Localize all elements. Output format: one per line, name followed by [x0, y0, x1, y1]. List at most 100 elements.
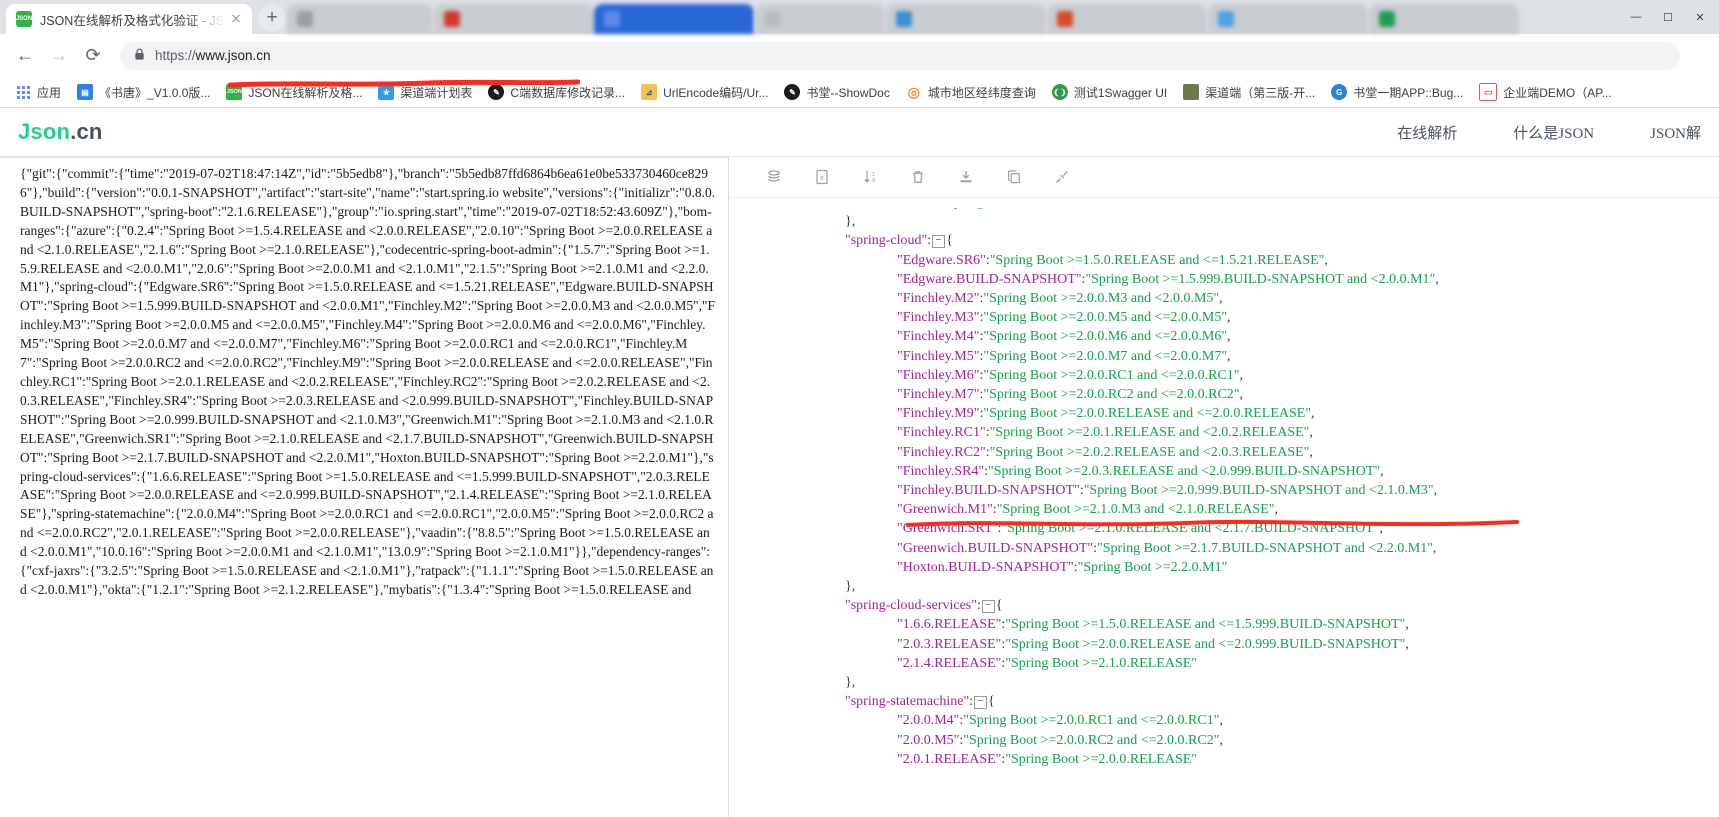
- tree-punct-row[interactable]: },: [729, 673, 1719, 692]
- download-icon[interactable]: [953, 164, 979, 190]
- tab-inactive[interactable]: [434, 4, 594, 34]
- tree-row[interactable]: "Finchley.RC1":"Spring Boot >=2.0.1.RELE…: [729, 423, 1719, 442]
- tree-row[interactable]: "Finchley.BUILD-SNAPSHOT":"Spring Boot >…: [729, 481, 1719, 500]
- tab-inactive[interactable]: [1369, 4, 1519, 34]
- tree-row[interactable]: "Finchley.SR4":"Spring Boot >=2.0.3.RELE…: [729, 462, 1719, 481]
- tree-row[interactable]: "2.0.3.RELEASE":"Spring Boot >=2.0.0.REL…: [729, 635, 1719, 654]
- new-tab-button[interactable]: +: [258, 4, 286, 32]
- tab-inactive[interactable]: [886, 4, 1046, 34]
- browser-toolbar: ← → ⟳ https://www.json.cn: [0, 34, 1719, 77]
- tree-row[interactable]: "Edgware.SR6":"Spring Boot >=1.5.0.RELEA…: [729, 251, 1719, 270]
- tree-row[interactable]: "Finchley.M6":"Spring Boot >=2.0.0.RC1 a…: [729, 366, 1719, 385]
- tree-row[interactable]: "Finchley.M7":"Spring Boot >=2.0.0.RC2 a…: [729, 385, 1719, 404]
- tree-row[interactable]: "Edgware.BUILD-SNAPSHOT":"Spring Boot >=…: [729, 270, 1719, 289]
- tree-row[interactable]: "Finchley.M3":"Spring Boot >=2.0.0.M5 an…: [729, 308, 1719, 327]
- bookmark-label: UrlEncode编码/Ur...: [663, 85, 769, 100]
- tab-inactive[interactable]: [1047, 4, 1207, 34]
- bookmark-item[interactable]: G 书堂一期APP::Bug...: [1324, 80, 1470, 104]
- tree-row[interactable]: "Finchley.M9":"Spring Boot >=2.0.0.RELEA…: [729, 404, 1719, 423]
- tree-comma: ,: [1379, 521, 1383, 537]
- tree-row[interactable]: "Finchley.RC2":"Spring Boot >=2.0.2.RELE…: [729, 443, 1719, 462]
- tab-inactive[interactable]: [755, 4, 885, 34]
- tree-comma: ,: [1435, 271, 1439, 287]
- bookmark-item[interactable]: JSON JSON在线解析及格...: [219, 80, 369, 104]
- tree-comma: ,: [1433, 483, 1438, 499]
- tab-inactive[interactable]: [1208, 4, 1368, 34]
- maximize-icon[interactable]: ☐: [1653, 6, 1683, 28]
- forward-icon[interactable]: →: [44, 41, 74, 71]
- book-icon: ▤: [77, 84, 94, 100]
- reload-icon[interactable]: ⟳: [78, 41, 108, 71]
- tree-row[interactable]: "Greenwich.M1":"Spring Boot >=2.1.0.M3 a…: [729, 500, 1719, 519]
- minimize-icon[interactable]: —: [1621, 6, 1651, 28]
- bookmark-item[interactable]: ▤ 《书唐》_V1.0.0版...: [70, 80, 217, 104]
- excel-file-icon[interactable]: x: [809, 164, 835, 190]
- collapse-toggle-icon[interactable]: −: [932, 235, 946, 249]
- tree-row[interactable]: "Hoxton.BUILD-SNAPSHOT":"Spring Boot >=2…: [729, 558, 1719, 577]
- tree-row[interactable]: "spring-statemachine": −{: [729, 692, 1719, 711]
- tree-row[interactable]: "2.0.1.RELEASE":"Spring Boot >=2.0.0.REL…: [729, 750, 1719, 769]
- tree-value: "Spring Boot >=2.0.0.M6 and <=2.0.0.M6": [983, 329, 1228, 345]
- tree-key: "Finchley.SR4": [897, 463, 985, 479]
- tree-brace: {: [988, 694, 995, 710]
- tree-value: "Spring Boot >=2.0.0.RC2 and <=2.0.0.RC2…: [963, 732, 1220, 748]
- bookmark-item[interactable]: ◎ 城市地区经纬度查询: [899, 80, 1043, 104]
- bookmark-item[interactable]: ✎ C端数据库修改记录...: [481, 80, 632, 104]
- tree-row[interactable]: "1.6.6.RELEASE":"Spring Boot >=1.5.0.REL…: [729, 615, 1719, 634]
- site-logo[interactable]: Json.cn: [18, 119, 103, 145]
- tab-favicon-icon: [444, 11, 460, 27]
- tree-row[interactable]: "2.0.0.M5":"Spring Boot >=2.0.0.RC2 and …: [729, 731, 1719, 750]
- layers-icon[interactable]: [761, 164, 787, 190]
- tree-row[interactable]: "2.0.0.M4":"Spring Boot >=2.0.0.RC1 and …: [729, 711, 1719, 730]
- tree-comma: ,: [1432, 540, 1437, 556]
- nav-item-online-parse[interactable]: 在线解析: [1397, 122, 1457, 143]
- tree-row[interactable]: "Greenwich.SR1":"Spring Boot >=2.1.0.REL…: [729, 519, 1719, 538]
- tab-active[interactable]: JSON JSON在线解析及格式化验证 - JS: [6, 4, 252, 34]
- url-host: www.json.cn: [195, 48, 271, 63]
- tree-row[interactable]: "Greenwich.BUILD-SNAPSHOT":"Spring Boot …: [729, 539, 1719, 558]
- copy-icon[interactable]: [1001, 164, 1027, 190]
- bookmark-item[interactable]: 渠道端（第三版-开...: [1176, 80, 1322, 104]
- tree-punct-row[interactable]: },: [729, 212, 1719, 231]
- bookmark-item[interactable]: ★ 渠道端计划表: [371, 80, 479, 104]
- tree-row[interactable]: "spring-cloud-services": −{: [729, 596, 1719, 615]
- collapse-toggle-icon[interactable]: −: [974, 696, 988, 710]
- tree-row[interactable]: "Finchley.M4":"Spring Boot >=2.0.0.M6 an…: [729, 327, 1719, 346]
- url-scheme: https://: [155, 48, 196, 63]
- trash-icon[interactable]: [905, 164, 931, 190]
- tree-row[interactable]: "Finchley.M5":"Spring Boot >=2.0.0.M7 an…: [729, 347, 1719, 366]
- tab-favicon-icon: [765, 11, 781, 27]
- bookmark-label: 书堂一期APP::Bug...: [1353, 85, 1464, 100]
- json-tree-view[interactable]: "2.1.5":"Spring Boot >=2.1.0.M1 and <2.2…: [729, 198, 1719, 817]
- tree-row[interactable]: "2.1.4.RELEASE":"Spring Boot >=2.1.0.REL…: [729, 654, 1719, 673]
- collapse-toggle-icon[interactable]: −: [981, 600, 995, 614]
- address-bar[interactable]: https://www.json.cn: [120, 41, 1680, 70]
- url-text: https://www.json.cn: [155, 48, 271, 63]
- tab-inactive[interactable]: [594, 4, 754, 34]
- tree-comma: ,: [1309, 425, 1313, 441]
- tree-comma: ,: [1227, 348, 1231, 364]
- bookmark-apps[interactable]: 应用: [8, 80, 68, 104]
- nav-item-json-explain[interactable]: JSON解: [1650, 122, 1701, 143]
- tab-favicon-icon: [604, 11, 620, 27]
- raw-json-input[interactable]: [0, 157, 728, 817]
- close-icon[interactable]: [228, 11, 244, 27]
- tree-row[interactable]: "Finchley.M2":"Spring Boot >=2.0.0.M3 an…: [729, 289, 1719, 308]
- collapse-icon[interactable]: [1049, 164, 1075, 190]
- tree-row[interactable]: "spring-cloud": −{: [729, 231, 1719, 250]
- window-close-icon[interactable]: ✕: [1685, 6, 1715, 28]
- bookmark-item[interactable]: ▭ 企业端DEMO（AP...: [1472, 80, 1618, 104]
- window-icon: ▭: [1479, 83, 1498, 101]
- tree-comma: ,: [1311, 406, 1315, 422]
- sort-icon[interactable]: 19: [857, 164, 883, 190]
- nav-item-what-is-json[interactable]: 什么是JSON: [1513, 122, 1594, 143]
- tree-punct-row[interactable]: },: [729, 577, 1719, 596]
- tab-inactive[interactable]: [287, 4, 433, 34]
- bookmark-label: 测试1Swagger UI: [1073, 85, 1168, 100]
- bookmark-item[interactable]: ❨❩ 测试1Swagger UI: [1045, 80, 1174, 104]
- back-icon[interactable]: ←: [10, 41, 40, 71]
- bookmark-item[interactable]: ⊿ UrlEncode编码/Ur...: [634, 80, 775, 104]
- tree-colon: :: [976, 598, 981, 614]
- window-controls: — ☐ ✕: [1621, 6, 1715, 28]
- bookmark-item[interactable]: ✎ 书堂--ShowDoc: [777, 80, 896, 104]
